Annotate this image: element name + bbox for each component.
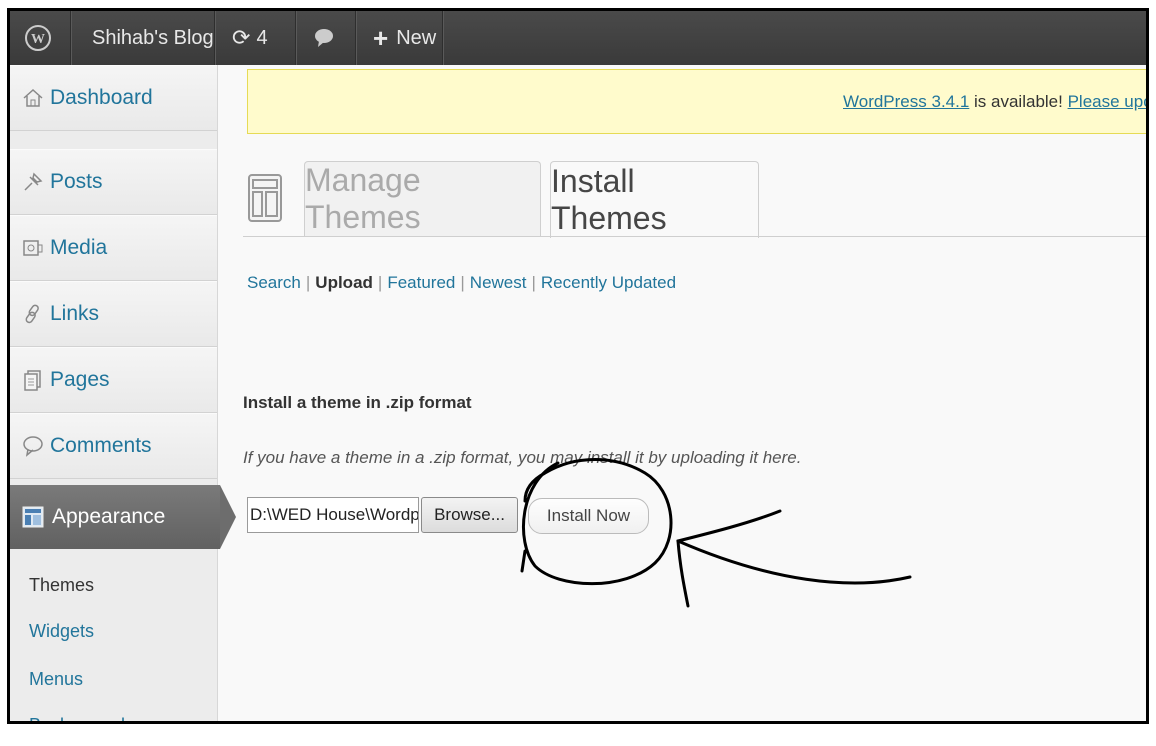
pushpin-icon	[22, 171, 44, 193]
admin-sidebar: Dashboard Posts Media Links Pages Commen…	[10, 65, 236, 721]
annotation-arrow-head	[676, 509, 782, 608]
admin-bar: W Shihab's Blog ⟳ 4 + New	[10, 11, 1146, 65]
comment-bubble-icon	[315, 29, 333, 47]
install-now-button[interactable]: Install Now	[528, 498, 649, 534]
admin-bar-divider	[355, 11, 357, 65]
sidebar-item-dashboard[interactable]: Dashboard	[10, 65, 217, 131]
sidebar-item-posts[interactable]: Posts	[10, 149, 217, 215]
sidebar-item-label: Dashboard	[50, 86, 153, 109]
sidebar-item-comments[interactable]: Comments	[10, 413, 217, 479]
updates-icon: ⟳	[232, 25, 251, 50]
wordpress-version-link[interactable]: WordPress 3.4.1	[843, 92, 969, 111]
upload-section-title: Install a theme in .zip format	[243, 393, 472, 412]
media-camera-icon	[22, 237, 44, 259]
subnav-separator: |	[305, 273, 311, 292]
subnav-search-link[interactable]: Search	[247, 273, 301, 292]
browse-button[interactable]: Browse...	[421, 497, 518, 533]
please-update-link[interactable]: Please upc	[1068, 92, 1146, 111]
update-notice: WordPress 3.4.1 is available! Please upc	[247, 69, 1146, 134]
subnav-featured-link[interactable]: Featured	[387, 273, 455, 292]
sidebar-item-pages[interactable]: Pages	[10, 347, 217, 413]
admin-bar-divider	[442, 11, 444, 65]
site-name: Shihab's Blog	[92, 26, 214, 49]
tab-manage-themes[interactable]: Manage Themes	[304, 161, 541, 236]
pages-icon	[22, 369, 44, 391]
themes-screen-icon	[247, 171, 283, 227]
wordpress-logo-icon[interactable]: W	[24, 11, 52, 65]
dashboard-house-icon	[22, 87, 44, 109]
comments-link[interactable]	[313, 11, 335, 65]
admin-bar-divider	[295, 11, 297, 65]
updates-link[interactable]: ⟳ 4	[232, 11, 268, 65]
updates-count: 4	[256, 26, 268, 49]
sidebar-item-label: Comments	[50, 434, 152, 457]
submenu-item-widgets[interactable]: Widgets	[29, 621, 94, 642]
comment-bubble-icon	[22, 435, 44, 457]
sidebar-item-label: Media	[50, 236, 108, 259]
svg-text:W: W	[31, 32, 45, 47]
update-notice-text: is available!	[969, 92, 1068, 111]
theme-zip-file-input[interactable]: D:\WED House\Wordp	[247, 497, 419, 533]
sidebar-item-label: Pages	[50, 368, 110, 391]
subnav-separator: |	[377, 273, 383, 292]
sidebar-item-label: Posts	[50, 170, 103, 193]
sidebar-item-label: Links	[50, 302, 100, 325]
sidebar-item-media[interactable]: Media	[10, 215, 217, 281]
subnav-upload-current[interactable]: Upload	[315, 273, 373, 292]
submenu-item-menus[interactable]: Menus	[29, 669, 83, 690]
sidebar-item-links[interactable]: Links	[10, 281, 217, 347]
submenu-item-themes[interactable]: Themes	[29, 575, 94, 596]
tab-install-themes[interactable]: Install Themes	[550, 161, 759, 238]
screenshot-frame: W Shihab's Blog ⟳ 4 + New Dashboard Post…	[7, 8, 1149, 724]
chain-link-icon	[22, 303, 44, 325]
new-label: New	[396, 26, 437, 49]
subnav-recently-updated-link[interactable]: Recently Updated	[541, 273, 676, 292]
tabs-divider	[243, 236, 1146, 237]
submenu-item-background[interactable]: Background	[29, 715, 125, 721]
sidebar-item-label: Appearance	[52, 505, 166, 528]
sidebar-item-appearance[interactable]: Appearance	[10, 485, 236, 549]
plus-icon: +	[373, 22, 389, 53]
new-content-link[interactable]: + New	[373, 11, 436, 65]
site-name-link[interactable]: Shihab's Blog	[92, 11, 214, 65]
active-menu-arrow	[220, 485, 236, 549]
admin-bar-divider	[214, 11, 216, 65]
appearance-icon	[22, 506, 44, 528]
install-subnav: Search | Upload | Featured | Newest | Recently U…	[247, 273, 676, 293]
annotation-arrow-shaft	[676, 539, 912, 585]
subnav-separator: |	[531, 273, 536, 292]
subnav-newest-link[interactable]: Newest	[470, 273, 527, 292]
admin-bar-divider	[70, 11, 72, 65]
subnav-separator: |	[460, 273, 465, 292]
upload-section-description: If you have a theme in a .zip format, yo…	[243, 448, 802, 467]
